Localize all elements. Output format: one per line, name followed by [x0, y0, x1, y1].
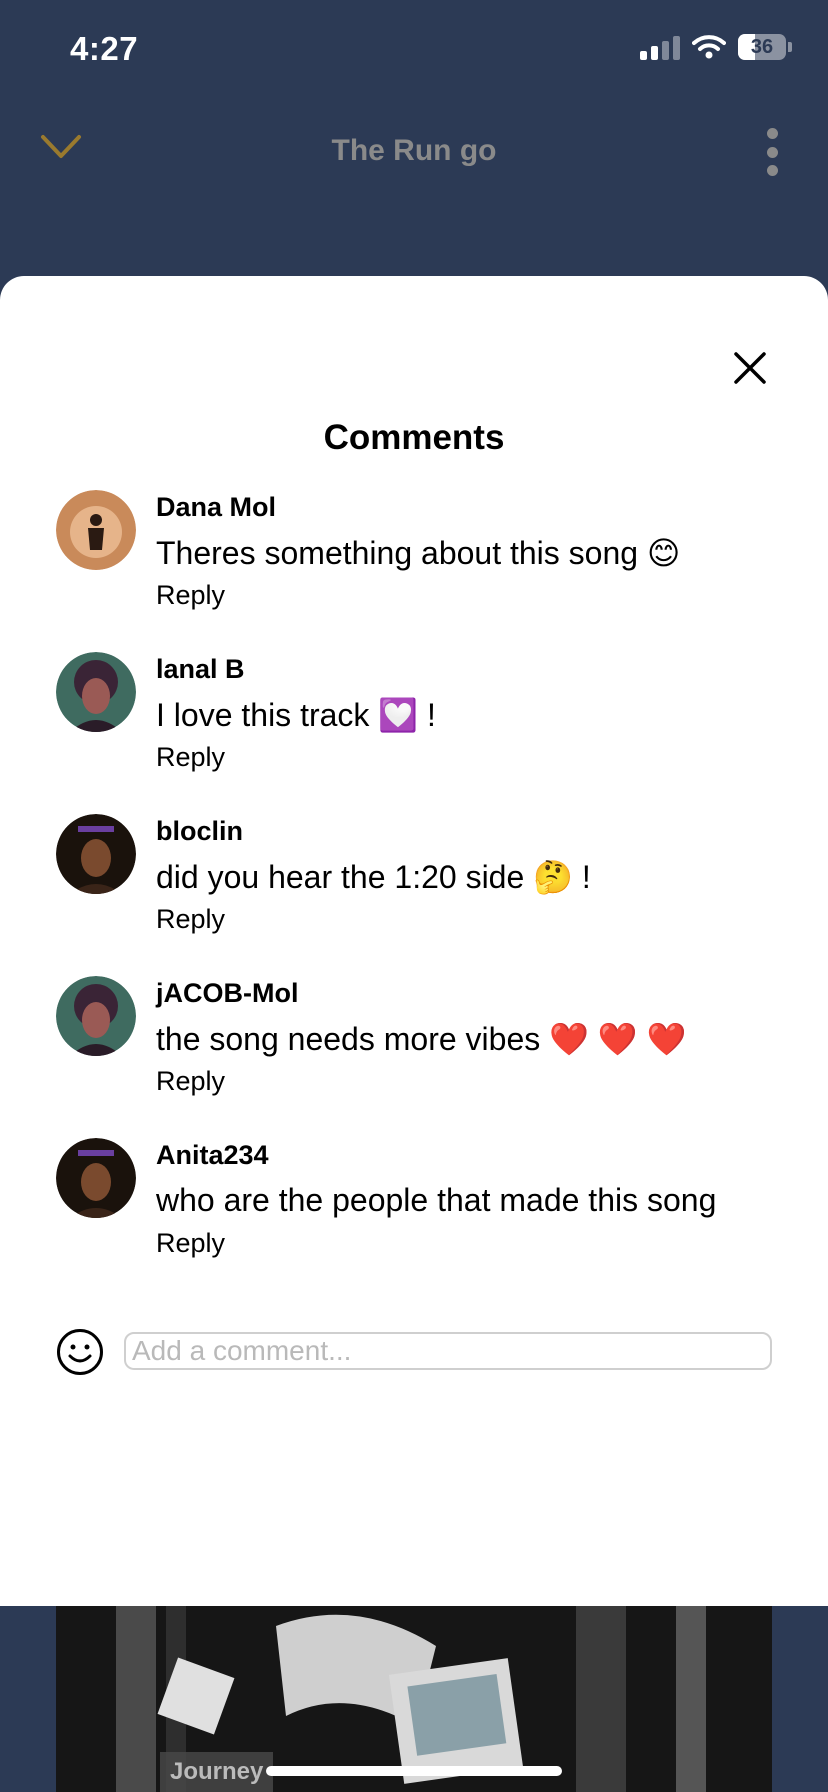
comment-username[interactable]: jACOB-Mol — [156, 978, 298, 1009]
comment-text: who are the people that made this song — [156, 1182, 717, 1218]
reply-button[interactable]: Reply — [156, 742, 225, 773]
comment-input[interactable] — [124, 1332, 772, 1370]
more-options-icon[interactable] — [766, 128, 778, 176]
comment-username[interactable]: lanal B — [156, 654, 245, 685]
battery-icon: 36 — [738, 34, 786, 60]
close-icon[interactable] — [732, 350, 768, 386]
comment-composer — [0, 1324, 828, 1380]
avatar[interactable] — [56, 652, 136, 732]
artwork-label: Journey — [160, 1752, 274, 1792]
avatar[interactable] — [56, 814, 136, 894]
comment-username[interactable]: Anita234 — [156, 1140, 269, 1171]
wifi-icon — [692, 35, 726, 59]
comment-item: lanal B I love this track 💟 ! Reply — [0, 648, 828, 808]
reply-button[interactable]: Reply — [156, 1066, 225, 1097]
comment-list[interactable]: Dana Mol Theres something about this son… — [0, 486, 828, 1586]
comments-sheet: Comments Dana Mol Theres something about… — [0, 276, 828, 1606]
comment-item: bloclin did you hear the 1:20 side 🤔 ! R… — [0, 810, 828, 970]
comment-item: Dana Mol Theres something about this son… — [0, 486, 828, 646]
cellular-signal-icon — [640, 34, 680, 60]
battery-level: 36 — [750, 35, 774, 58]
album-artwork: Journey — [56, 1606, 772, 1792]
comment-username[interactable]: Dana Mol — [156, 492, 276, 523]
comment-text: Theres something about this song 😊 — [156, 535, 681, 571]
sheet-title: Comments — [323, 418, 505, 457]
comment-text: the song needs more vibes ❤️ ❤️ ❤️ — [156, 1021, 687, 1057]
reply-button[interactable]: Reply — [156, 1228, 225, 1259]
avatar[interactable] — [56, 490, 136, 570]
status-icons: 36 — [640, 34, 792, 60]
status-time: 4:27 — [70, 30, 139, 67]
avatar[interactable] — [56, 976, 136, 1056]
comment-text: did you hear the 1:20 side 🤔 ! — [156, 859, 591, 895]
status-bar: 4:27 36 — [0, 0, 828, 96]
avatar[interactable] — [56, 1138, 136, 1218]
comment-text: I love this track 💟 ! — [156, 697, 436, 733]
comment-item: Anita234 who are the people that made th… — [0, 1134, 828, 1294]
emoji-icon[interactable] — [56, 1328, 104, 1376]
player-header: The Run go — [0, 110, 828, 190]
player-title: The Run go — [331, 134, 497, 167]
home-indicator[interactable] — [266, 1766, 562, 1776]
reply-button[interactable]: Reply — [156, 580, 225, 611]
reply-button[interactable]: Reply — [156, 904, 225, 935]
comment-item: jACOB-Mol the song needs more vibes ❤️ ❤… — [0, 972, 828, 1132]
comment-username[interactable]: bloclin — [156, 816, 243, 847]
